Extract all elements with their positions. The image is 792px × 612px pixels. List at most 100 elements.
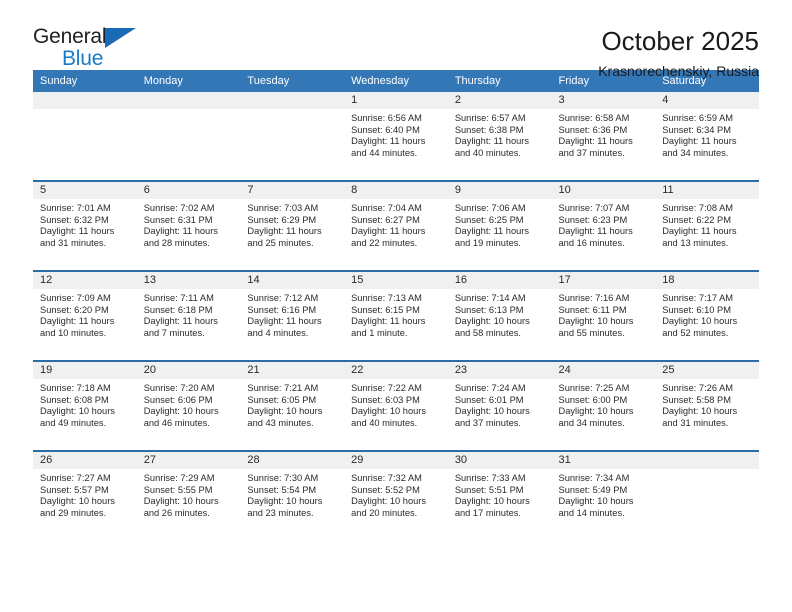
day-info: Sunrise: 7:17 AM Sunset: 6:10 PM Daylight:…	[655, 289, 759, 339]
day-info: Sunrise: 7:11 AM Sunset: 6:18 PM Daylight:…	[137, 289, 241, 339]
general-blue-logo[interactable]: General Blue	[33, 26, 153, 72]
sunrise-text: Sunrise: 7:27 AM	[40, 473, 111, 483]
day-info: Sunrise: 7:07 AM Sunset: 6:23 PM Daylight:…	[552, 199, 656, 249]
daylight-text-line2: and 26 minutes.	[143, 507, 210, 518]
weekday-header-wednesday: Wednesday	[344, 70, 448, 92]
sunrise-text: Sunrise: 7:01 AM	[40, 203, 111, 213]
calendar-day-cell[interactable]: 30 Sunrise: 7:33 AM Sunset: 5:51 PM Dayligh…	[447, 450, 552, 540]
daylight-text-line2: and 1 minute.	[351, 327, 408, 338]
calendar-day-cell[interactable]: 20 Sunrise: 7:20 AM Sunset: 6:06 PM Dayligh…	[136, 360, 241, 451]
calendar-day-cell[interactable]: 26 Sunrise: 7:27 AM Sunset: 5:57 PM Dayligh…	[33, 450, 137, 540]
daylight-text-line2: and 23 minutes.	[247, 507, 314, 518]
daylight-text-line1: Daylight: 11 hours	[143, 226, 218, 237]
calendar-day-cell[interactable]: 7 Sunrise: 7:03 AM Sunset: 6:29 PM Daylight…	[240, 180, 345, 271]
sunset-text: Sunset: 6:18 PM	[143, 304, 213, 315]
calendar-day-cell[interactable]: 5 Sunrise: 7:01 AM Sunset: 6:32 PM Daylight…	[33, 180, 137, 271]
day-number: 14	[240, 272, 345, 289]
day-info: Sunrise: 6:56 AM Sunset: 6:40 PM Daylight:…	[344, 109, 448, 159]
sunrise-text: Sunrise: 7:02 AM	[143, 203, 215, 213]
daylight-text-line1: Daylight: 10 hours	[558, 316, 634, 327]
day-number: 26	[33, 452, 137, 469]
daylight-text-line1: Daylight: 11 hours	[40, 316, 115, 327]
day-info: Sunrise: 7:13 AM Sunset: 6:15 PM Daylight:…	[344, 289, 448, 339]
day-number: 13	[136, 272, 241, 289]
calendar-day-cell[interactable]: 24 Sunrise: 7:25 AM Sunset: 6:00 PM Dayligh…	[551, 360, 656, 451]
daylight-text-line2: and 46 minutes.	[143, 417, 210, 428]
daylight-text-line1: Daylight: 11 hours	[247, 226, 322, 237]
calendar-day-cell[interactable]: 23 Sunrise: 7:24 AM Sunset: 6:01 PM Dayligh…	[447, 360, 552, 451]
day-info: Sunrise: 7:02 AM Sunset: 6:31 PM Daylight:…	[137, 199, 241, 249]
calendar-day-cell[interactable]: 6 Sunrise: 7:02 AM Sunset: 6:31 PM Daylight…	[136, 180, 241, 271]
sunrise-text: Sunrise: 7:08 AM	[662, 203, 734, 213]
daylight-text-line1: Daylight: 10 hours	[247, 406, 323, 417]
calendar-day-cell[interactable]: 12 Sunrise: 7:09 AM Sunset: 6:20 PM Dayligh…	[33, 270, 137, 361]
sunset-text: Sunset: 6:10 PM	[662, 304, 731, 315]
sunset-text: Sunset: 6:40 PM	[351, 124, 420, 135]
calendar-day-cell[interactable]: 14 Sunrise: 7:12 AM Sunset: 6:16 PM Dayligh…	[240, 270, 345, 361]
calendar-day-cell[interactable]: 13 Sunrise: 7:11 AM Sunset: 6:18 PM Dayligh…	[136, 270, 241, 361]
daylight-text-line1: Daylight: 10 hours	[454, 316, 530, 327]
sunset-text: Sunset: 6:08 PM	[40, 394, 109, 405]
day-number: 17	[551, 272, 656, 289]
day-number: 23	[447, 362, 552, 379]
daylight-text-line2: and 43 minutes.	[247, 417, 314, 428]
daylight-text-line1: Daylight: 11 hours	[143, 316, 218, 327]
calendar-day-cell[interactable]: 10 Sunrise: 7:07 AM Sunset: 6:23 PM Dayligh…	[551, 180, 656, 271]
sunset-text: Sunset: 6:01 PM	[454, 394, 524, 405]
calendar-day-cell[interactable]: 15 Sunrise: 7:13 AM Sunset: 6:15 PM Dayligh…	[344, 270, 448, 361]
day-info: Sunrise: 7:26 AM Sunset: 5:58 PM Daylight:…	[655, 379, 759, 429]
calendar-day-cell[interactable]: 19 Sunrise: 7:18 AM Sunset: 6:08 PM Dayligh…	[33, 360, 137, 451]
calendar-day-cell[interactable]: 29 Sunrise: 7:32 AM Sunset: 5:52 PM Dayligh…	[344, 450, 448, 540]
calendar-day-cell[interactable]: 9 Sunrise: 7:06 AM Sunset: 6:25 PM Daylight…	[447, 180, 552, 271]
daylight-text-line1: Daylight: 11 hours	[247, 316, 322, 327]
weekday-header-thursday: Thursday	[447, 70, 552, 92]
daylight-text-line1: Daylight: 11 hours	[351, 136, 426, 147]
calendar-day-cell[interactable]: 21 Sunrise: 7:21 AM Sunset: 6:05 PM Dayligh…	[240, 360, 345, 451]
sunrise-text: Sunrise: 7:16 AM	[558, 293, 630, 303]
sunrise-text: Sunrise: 7:32 AM	[351, 473, 422, 483]
day-number: 1	[344, 92, 448, 109]
sunrise-text: Sunrise: 7:06 AM	[454, 203, 526, 213]
daylight-text-line2: and 37 minutes.	[454, 417, 521, 428]
calendar-day-cell[interactable]: 16 Sunrise: 7:14 AM Sunset: 6:13 PM Dayligh…	[447, 270, 552, 361]
sunrise-text: Sunrise: 7:33 AM	[454, 473, 526, 483]
calendar-day-cell[interactable]: 28 Sunrise: 7:30 AM Sunset: 5:54 PM Dayligh…	[240, 450, 345, 540]
sunrise-text: Sunrise: 7:18 AM	[40, 383, 111, 393]
calendar-day-cell[interactable]: 11 Sunrise: 7:08 AM Sunset: 6:22 PM Dayligh…	[655, 180, 759, 271]
sunrise-text: Sunrise: 7:07 AM	[558, 203, 630, 213]
sunset-text: Sunset: 6:36 PM	[558, 124, 628, 135]
calendar-day-cell[interactable]: 1 Sunrise: 6:56 AM Sunset: 6:40 PM Daylight…	[344, 92, 448, 181]
sunset-text: Sunset: 6:22 PM	[662, 214, 731, 225]
calendar-day-cell[interactable]: 22 Sunrise: 7:22 AM Sunset: 6:03 PM Dayligh…	[344, 360, 448, 451]
calendar-day-cell[interactable]: 8 Sunrise: 7:04 AM Sunset: 6:27 PM Daylight…	[344, 180, 448, 271]
sunset-text: Sunset: 6:13 PM	[454, 304, 524, 315]
daylight-text-line1: Daylight: 10 hours	[143, 496, 219, 507]
daylight-text-line1: Daylight: 11 hours	[662, 136, 737, 147]
daylight-text-line1: Daylight: 10 hours	[351, 406, 427, 417]
day-number: 29	[344, 452, 448, 469]
sunset-text: Sunset: 5:54 PM	[247, 484, 317, 495]
day-info: Sunrise: 7:06 AM Sunset: 6:25 PM Daylight:…	[448, 199, 552, 249]
calendar-day-cell[interactable]: 3 Sunrise: 6:58 AM Sunset: 6:36 PM Daylight…	[551, 92, 656, 181]
day-number: 20	[136, 362, 241, 379]
day-info: Sunrise: 7:14 AM Sunset: 6:13 PM Daylight:…	[448, 289, 552, 339]
calendar-day-cell[interactable]: 31 Sunrise: 7:34 AM Sunset: 5:49 PM Dayligh…	[551, 450, 656, 540]
day-number: 10	[551, 182, 656, 199]
sunset-text: Sunset: 6:06 PM	[143, 394, 213, 405]
sunset-text: Sunset: 6:27 PM	[351, 214, 420, 225]
daylight-text-line2: and 34 minutes.	[558, 417, 625, 428]
daylight-text-line1: Daylight: 11 hours	[662, 226, 737, 237]
sunset-text: Sunset: 6:20 PM	[40, 304, 109, 315]
calendar-day-cell[interactable]: 4 Sunrise: 6:59 AM Sunset: 6:34 PM Daylight…	[655, 92, 759, 181]
calendar-week-row: 26 Sunrise: 7:27 AM Sunset: 5:57 PM Dayligh…	[33, 450, 759, 540]
calendar-day-cell[interactable]: 25 Sunrise: 7:26 AM Sunset: 5:58 PM Dayligh…	[655, 360, 759, 451]
calendar-day-cell[interactable]: 17 Sunrise: 7:16 AM Sunset: 6:11 PM Dayligh…	[551, 270, 656, 361]
calendar-day-cell[interactable]: 18 Sunrise: 7:17 AM Sunset: 6:10 PM Dayligh…	[655, 270, 759, 361]
daylight-text-line2: and 22 minutes.	[351, 237, 418, 248]
day-info: Sunrise: 7:18 AM Sunset: 6:08 PM Daylight:…	[33, 379, 137, 429]
sunrise-text: Sunrise: 6:57 AM	[454, 113, 526, 123]
daylight-text-line2: and 29 minutes.	[40, 507, 107, 518]
calendar-day-cell[interactable]: 2 Sunrise: 6:57 AM Sunset: 6:38 PM Daylight…	[447, 92, 552, 181]
sunrise-text: Sunrise: 7:30 AM	[247, 473, 319, 483]
calendar-day-cell[interactable]: 27 Sunrise: 7:29 AM Sunset: 5:55 PM Dayligh…	[136, 450, 241, 540]
